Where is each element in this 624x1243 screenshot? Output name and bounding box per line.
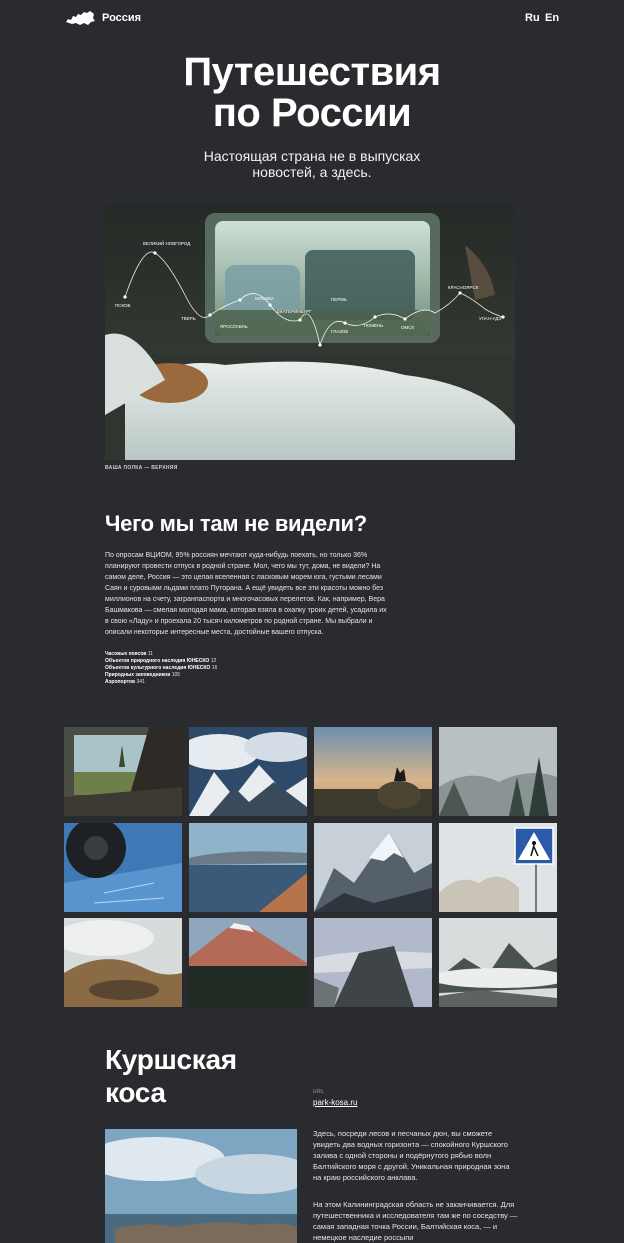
gallery-photo-foggy-forest[interactable] <box>439 727 557 816</box>
page-subtitle: Настоящая страна не в выпусках новостей,… <box>0 148 624 180</box>
gallery-photo-misty-mountains[interactable] <box>439 918 557 1007</box>
stat-item: Природных заповедников 105 <box>105 672 181 678</box>
section-heading: Чего мы там не видели? <box>105 511 367 536</box>
route-label-glazov: ГЛАЗОВ <box>331 329 348 334</box>
stat-item: Часовых поясов 11 <box>105 651 154 657</box>
route-label-pskov: ПСКОВ <box>115 303 131 308</box>
stat-item: Объектов культурного наследия ЮНЕСКО 16 <box>105 665 218 671</box>
gallery-photo-crater[interactable] <box>64 918 182 1007</box>
gallery-photo-pedestrian-sign[interactable] <box>439 823 557 912</box>
subtitle-line-2: новостей, а здесь. <box>252 164 372 180</box>
title-line-2: по России <box>212 91 412 135</box>
page-title: Путешествия по России <box>0 52 624 134</box>
gallery-photo-shore[interactable] <box>189 823 307 912</box>
route-label-yaroslavl: ЯРОСЛАВЛЬ <box>220 324 248 329</box>
gallery-photo-ice-wheel[interactable] <box>64 823 182 912</box>
route-label-moscow: МОСКВА <box>255 296 274 301</box>
stats-list: Часовых поясов 11 Объектов природного на… <box>105 651 390 686</box>
gallery-photo-snowy-peaks[interactable] <box>314 823 432 912</box>
route-label-krasnoyarsk: КРАСНОЯРСК <box>448 285 479 290</box>
route-label-ekaterinburg: ЕКАТЕРИНБУРГ <box>277 309 312 314</box>
kosa-photo <box>105 1129 297 1243</box>
stat-item: Аэропортов 341 <box>105 679 145 685</box>
intro-paragraph: По опросам ВЦИОМ, 95% россиян мечтают ку… <box>105 552 387 636</box>
route-label-perm: ПЕРМЬ <box>331 297 347 302</box>
hero-caption: ВАША ПОЛКА — ВЕРХНЯЯ <box>105 465 178 471</box>
gallery-photo-wolf-sunset[interactable] <box>314 727 432 816</box>
lang-en-link[interactable]: En <box>545 12 559 24</box>
lang-ru-link[interactable]: Ru <box>525 12 540 24</box>
kosa-heading-line-2: коса <box>105 1077 166 1108</box>
url-label: URL <box>313 1089 325 1095</box>
route-label-tver: ТВЕРЬ <box>181 316 196 321</box>
gallery-photo-train-window[interactable] <box>64 727 182 816</box>
russia-logo-icon[interactable] <box>64 8 96 28</box>
gallery-photo-volcano[interactable] <box>189 918 307 1007</box>
subtitle-line-1: Настоящая страна не в выпусках <box>203 148 421 164</box>
kosa-url-link[interactable]: park-kosa.ru <box>313 1098 357 1107</box>
stat-item: Объектов природного наследия ЮНЕСКО 12 <box>105 658 217 664</box>
route-label-ulan-ude: УЛАН-УДЭ <box>479 316 502 321</box>
route-map-overlay: ПСКОВ ВЕЛИКИЙ НОВГОРОД ТВЕРЬ ЯРОСЛАВЛЬ М… <box>115 239 505 347</box>
title-line-1: Путешествия <box>183 50 441 94</box>
route-label-novgorod: ВЕЛИКИЙ НОВГОРОД <box>143 239 190 246</box>
gallery-photo-cliffs[interactable] <box>314 918 432 1007</box>
brand-name[interactable]: Россия <box>102 12 141 24</box>
kosa-paragraph-2: На этом Калининградская область не закан… <box>313 1200 518 1242</box>
kosa-heading: Куршская коса <box>105 1043 237 1109</box>
hero-image-train: ПСКОВ ВЕЛИКИЙ НОВГОРОД ТВЕРЬ ЯРОСЛАВЛЬ М… <box>105 205 515 460</box>
kosa-paragraph-1: Здесь, посреди лесов и песчаных дюн, вы … <box>313 1129 510 1182</box>
route-label-tyumen: ТЮМЕНЬ <box>363 323 383 328</box>
gallery-photo-clouds-mountains[interactable] <box>189 727 307 816</box>
kosa-heading-line-1: Куршская <box>105 1044 237 1075</box>
route-label-omsk: ОМСК <box>401 325 414 330</box>
